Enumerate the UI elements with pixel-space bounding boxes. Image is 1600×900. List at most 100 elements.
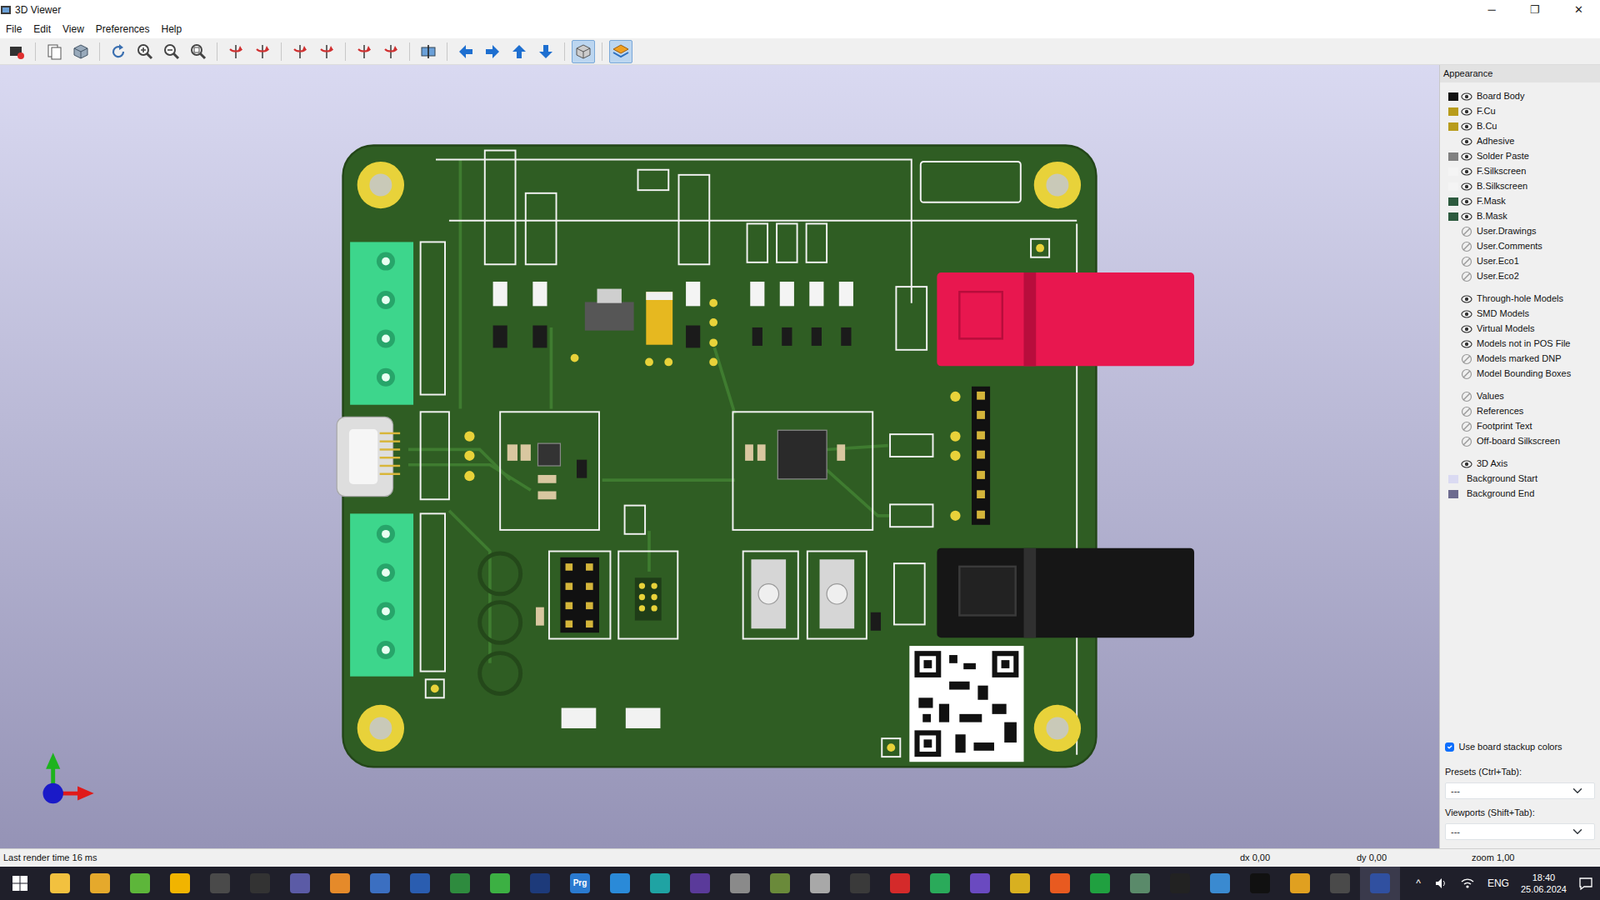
clock[interactable]: 18:4025.06.2024 [1515, 871, 1572, 896]
toolbar-button[interactable] [571, 40, 595, 64]
taskbar-app[interactable] [360, 866, 400, 900]
taskbar-app[interactable] [920, 866, 960, 900]
hidden-eye-icon[interactable] [1460, 390, 1473, 403]
taskbar-app[interactable] [400, 866, 440, 900]
eye-icon[interactable] [1460, 323, 1473, 335]
layer-row[interactable]: User.Drawings [1440, 224, 1600, 240]
taskbar-app[interactable] [80, 866, 120, 900]
color-swatch[interactable] [1448, 182, 1459, 191]
restore-button[interactable]: ❐ [1513, 0, 1557, 20]
layer-row[interactable]: Footprint Text [1440, 419, 1600, 435]
layer-row[interactable]: User.Comments [1440, 239, 1600, 255]
toolbar-button[interactable] [416, 40, 440, 64]
close-button[interactable]: ✕ [1556, 0, 1600, 20]
color-swatch[interactable] [1448, 310, 1459, 319]
color-swatch[interactable] [1448, 197, 1459, 206]
menu-item[interactable]: Edit [27, 20, 57, 39]
taskbar-app[interactable] [640, 866, 680, 900]
color-swatch[interactable] [1448, 257, 1459, 266]
layer-row[interactable]: Background Start [1440, 471, 1600, 487]
layer-row[interactable]: Through-hole Models [1440, 291, 1600, 307]
stackup-checkbox[interactable] [1445, 742, 1455, 752]
toolbar-button[interactable] [250, 40, 275, 64]
layer-row[interactable]: Model Bounding Boxes [1440, 366, 1600, 382]
layer-row[interactable]: 3D Axis [1440, 456, 1600, 472]
toolbar-button[interactable] [480, 40, 505, 64]
color-swatch[interactable] [1448, 152, 1459, 161]
layer-row[interactable]: Board Body [1440, 89, 1600, 105]
toolbar-button[interactable] [133, 40, 157, 64]
notification-icon[interactable] [1571, 875, 1600, 891]
toolbar-button[interactable] [160, 40, 184, 64]
taskbar-app[interactable] [600, 866, 640, 900]
toolbar-button[interactable] [454, 40, 478, 64]
eye-icon[interactable] [1460, 458, 1473, 470]
eye-icon[interactable] [1460, 135, 1473, 148]
eye-icon[interactable] [1460, 165, 1473, 178]
taskbar-app[interactable] [480, 866, 520, 900]
color-swatch[interactable] [1448, 167, 1459, 176]
color-swatch[interactable] [1448, 437, 1459, 446]
taskbar-app[interactable] [1280, 866, 1320, 900]
color-swatch[interactable] [1448, 370, 1459, 379]
eye-icon[interactable] [1460, 293, 1473, 305]
toolbar-button[interactable] [186, 40, 210, 64]
taskbar-app[interactable]: Prg [560, 866, 600, 900]
color-swatch[interactable] [1448, 212, 1459, 221]
layer-row[interactable]: B.Cu [1440, 119, 1600, 135]
hidden-eye-icon[interactable] [1460, 435, 1473, 448]
color-swatch[interactable] [1448, 227, 1459, 236]
eye-icon[interactable] [1460, 195, 1473, 208]
toolbar-button[interactable] [534, 40, 558, 64]
taskbar-app[interactable] [1320, 866, 1360, 900]
taskbar-app[interactable] [200, 866, 240, 900]
color-swatch[interactable] [1448, 107, 1459, 116]
toolbar-button[interactable] [288, 40, 312, 64]
color-swatch[interactable] [1448, 407, 1459, 416]
toolbar-button[interactable] [69, 40, 93, 64]
eye-icon[interactable] [1460, 338, 1473, 350]
layer-row[interactable]: Off-board Silkscreen [1440, 434, 1600, 450]
minimize-button[interactable]: ─ [1470, 0, 1514, 20]
color-swatch[interactable] [1448, 340, 1459, 349]
layer-row[interactable]: Virtual Models [1440, 321, 1600, 337]
hidden-eye-icon[interactable] [1460, 368, 1473, 380]
taskbar-app[interactable] [960, 866, 1000, 900]
color-swatch[interactable] [1448, 392, 1459, 401]
taskbar-app[interactable] [160, 866, 200, 900]
color-swatch[interactable] [1448, 122, 1459, 131]
toolbar-button[interactable] [42, 40, 66, 64]
3d-viewport[interactable] [0, 65, 1440, 849]
layer-row[interactable]: Background End [1440, 486, 1600, 502]
layer-row[interactable]: References [1440, 404, 1600, 420]
taskbar-app[interactable] [840, 866, 880, 900]
layer-row[interactable]: Models not in POS File [1440, 336, 1600, 352]
presets-select[interactable]: --- [1445, 782, 1595, 800]
layer-row[interactable]: Values [1440, 389, 1600, 405]
pcb-render[interactable] [0, 65, 1440, 849]
taskbar-app[interactable] [760, 866, 800, 900]
toolbar-button[interactable] [5, 40, 29, 64]
tray-chevron[interactable]: ^ [1409, 875, 1428, 891]
toolbar-button[interactable] [315, 40, 339, 64]
taskbar-app[interactable] [280, 866, 320, 900]
hidden-eye-icon[interactable] [1460, 405, 1473, 418]
start-button[interactable] [0, 866, 40, 900]
eye-icon[interactable] [1460, 180, 1473, 193]
toolbar-button[interactable] [507, 40, 531, 64]
color-swatch[interactable] [1448, 272, 1459, 281]
taskbar-app[interactable] [720, 866, 760, 900]
taskbar-app[interactable] [440, 866, 480, 900]
menu-item[interactable]: Preferences [90, 20, 156, 39]
color-swatch[interactable] [1448, 295, 1459, 304]
wifi-icon[interactable] [1454, 876, 1481, 890]
toolbar-button[interactable] [609, 40, 633, 64]
taskbar-app[interactable] [1360, 866, 1400, 900]
layer-row[interactable]: B.Mask [1440, 209, 1600, 225]
color-swatch[interactable] [1448, 355, 1459, 364]
layer-row[interactable]: B.Silkscreen [1440, 179, 1600, 195]
color-swatch[interactable] [1448, 92, 1459, 101]
toolbar-button[interactable] [224, 40, 248, 64]
taskbar-app[interactable] [120, 866, 160, 900]
hidden-eye-icon[interactable] [1460, 353, 1473, 365]
